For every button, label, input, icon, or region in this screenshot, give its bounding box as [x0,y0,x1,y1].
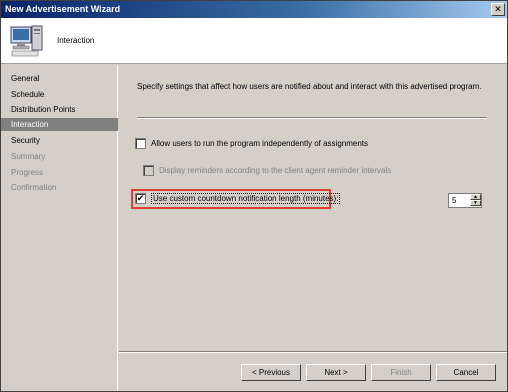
wizard-sidebar: General Schedule Distribution Points Int… [1,65,118,391]
computer-icon [10,25,43,57]
sidebar-item-distribution-points[interactable]: Distribution Points [1,103,118,116]
custom-countdown-checkbox[interactable]: ✔ [135,193,146,204]
sidebar-item-progress: Progress [11,168,44,177]
custom-countdown-option[interactable]: ✔ Use custom countdown notification leng… [135,192,341,206]
allow-users-checkbox[interactable] [135,138,146,149]
previous-button[interactable]: < Previous [241,364,301,381]
title-bar[interactable]: New Advertisement Wizard ✕ [1,1,507,18]
next-button[interactable]: Next > [306,364,366,381]
page-description: Specify settings that affect how users a… [137,82,482,91]
sidebar-item-schedule[interactable]: Schedule [1,88,118,101]
display-reminders-option: Display reminders according to the clien… [143,164,483,178]
close-button[interactable]: ✕ [491,3,505,16]
footer-divider [119,351,507,353]
countdown-minutes-value[interactable]: 5 [452,196,456,205]
cancel-button[interactable]: Cancel [436,364,496,381]
window-title: New Advertisement Wizard [5,4,121,14]
display-reminders-checkbox [143,165,154,176]
custom-countdown-label-text: Use custom countdown notification length… [151,193,341,204]
sidebar-item-security[interactable]: Security [1,134,118,147]
custom-countdown-label: Use custom countdown notification length… [151,193,341,204]
sidebar-item-general[interactable]: General [1,72,118,85]
decrement-icon[interactable]: ▼ [470,200,481,206]
countdown-minutes-stepper[interactable]: 5 ▲ ▼ [448,193,482,208]
sidebar-item-summary: Summary [11,152,46,161]
stepper-buttons: ▲ ▼ [470,194,481,207]
sidebar-item-confirmation: Confirmation [11,183,57,192]
finish-button: Finish [371,364,431,381]
sidebar-item-interaction[interactable]: Interaction [1,118,118,131]
wizard-content: Specify settings that affect how users a… [119,65,507,351]
page-heading: Interaction [57,36,95,45]
display-reminders-label: Display reminders according to the clien… [159,166,392,175]
wizard-window: New Advertisement Wizard ✕ Interaction G… [0,0,508,392]
allow-users-option[interactable]: Allow users to run the program independe… [135,137,475,151]
wizard-header: Interaction [1,18,507,64]
content-divider [137,117,487,119]
allow-users-label: Allow users to run the program independe… [151,139,369,148]
